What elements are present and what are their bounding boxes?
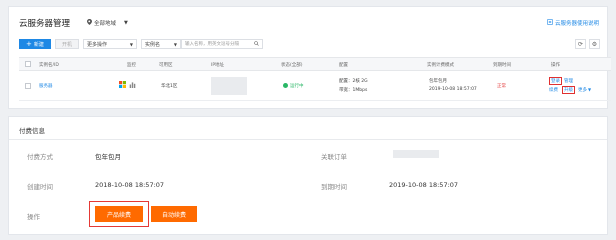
row-checkbox[interactable]	[25, 83, 31, 89]
chart-bar-icon[interactable]	[129, 81, 136, 90]
search-input[interactable]: 输入名称，用英文逗号分隔	[181, 39, 263, 49]
column-header: 可用区	[159, 63, 173, 68]
help-doc-label: 云服务器使用说明	[554, 21, 599, 27]
refresh-icon: ⟳	[577, 40, 584, 48]
operations-label: 操作	[27, 213, 40, 221]
new-instance-label: 新建	[33, 41, 44, 48]
gear-icon: ⚙	[591, 40, 598, 48]
column-header: IP地址	[211, 63, 225, 68]
location-pin-icon	[87, 19, 92, 27]
column-header: 配置	[339, 63, 348, 68]
section-divider	[9, 139, 607, 140]
more-ops-label: 更多	[578, 88, 587, 93]
billing-mode: 包年包月	[429, 79, 447, 84]
created-time-label: 创建时间	[27, 183, 53, 191]
config-line-1: 配置：2核 2G	[339, 79, 368, 84]
select-all-checkbox[interactable]	[25, 61, 31, 67]
caret-down-icon: ▼	[129, 41, 133, 47]
document-icon	[547, 19, 553, 27]
search-placeholder: 输入名称，用英文逗号分隔	[185, 42, 239, 47]
column-header[interactable]: 状态(全部)	[281, 62, 303, 68]
status-label: 运行中	[290, 84, 304, 89]
running-status-dot	[283, 83, 288, 88]
billing-time: 2019-10-08 18:57:07	[429, 87, 477, 92]
search-icon	[254, 40, 259, 48]
instance-list-panel: 云服务器管理 全部地域 ▼ 云服务器使用说明 + 新建 开机 更多操作 ▼ 实例…	[8, 6, 611, 109]
help-doc-link[interactable]: 云服务器使用说明	[547, 19, 599, 27]
pay-mode-value: 包年包月	[95, 153, 121, 161]
plus-icon: +	[26, 40, 32, 48]
page-title: 云服务器管理	[19, 19, 71, 29]
expire-time-value: 2019-10-08 18:57:07	[389, 181, 459, 189]
product-renew-button[interactable]: 产品续费	[95, 206, 143, 222]
windows-icon	[119, 81, 126, 90]
column-header: 操作	[551, 63, 560, 68]
expire-status: 正常	[497, 84, 506, 89]
new-instance-button[interactable]: + 新建	[19, 39, 51, 49]
instance-name-link[interactable]: 服务器	[39, 83, 53, 89]
expire-time-label: 到期时间	[321, 183, 347, 191]
section-title: 付费信息	[19, 127, 45, 135]
column-header: 监控	[127, 63, 136, 68]
billing-info-panel: 付费信息 付费方式 包年包月 关联订单 创建时间 2018-10-08 18:5…	[8, 116, 608, 235]
order-label: 关联订单	[321, 153, 347, 161]
monitor-cell	[119, 81, 136, 90]
upgrade-link[interactable]: 升级	[562, 86, 575, 94]
refresh-button[interactable]: ⟳	[575, 39, 586, 49]
column-header[interactable]: 到期时间	[493, 62, 511, 68]
pay-mode-label: 付费方式	[27, 153, 53, 161]
table-header: 实例名/ID 监控 可用区 IP地址 状态(全部) 配置 实例计费模式 到期时间…	[19, 57, 611, 71]
region-selector[interactable]: 全部地域 ▼	[87, 19, 128, 27]
start-button[interactable]: 开机	[55, 39, 79, 49]
config-line-2: 带宽：1Mbps	[339, 88, 368, 93]
created-time-value: 2018-10-08 18:57:07	[95, 181, 165, 189]
renew-link[interactable]: 续费	[549, 87, 558, 93]
table-row: 服务器 华北1区 运行中 配置：2核 2G 带宽：1Mbps 包年包月 2019…	[19, 71, 611, 101]
ip-address-redacted	[211, 77, 247, 95]
column-header[interactable]: 实例计费模式	[427, 62, 454, 68]
zone-cell: 华北1区	[161, 84, 178, 89]
caret-down-icon: ▼	[124, 20, 128, 26]
column-header[interactable]: 实例名/ID	[39, 62, 59, 68]
order-id-redacted	[393, 150, 439, 158]
login-link[interactable]: 登录	[549, 77, 562, 85]
region-label: 全部地域	[94, 21, 117, 27]
manage-link[interactable]: 管理	[564, 78, 573, 84]
chevron-down-icon: ▼	[588, 87, 592, 92]
more-operations-label: 更多操作	[87, 41, 108, 48]
more-operations-select[interactable]: 更多操作 ▼	[83, 39, 137, 49]
caret-down-icon: ▼	[173, 41, 177, 47]
more-ops-link[interactable]: 更多▼	[578, 87, 591, 93]
settings-button[interactable]: ⚙	[589, 39, 600, 49]
search-field-select[interactable]: 实例名 ▼	[141, 39, 181, 49]
status-cell: 运行中	[283, 83, 304, 89]
search-field-label: 实例名	[145, 41, 161, 48]
auto-renew-button[interactable]: 自动续费	[151, 206, 197, 222]
